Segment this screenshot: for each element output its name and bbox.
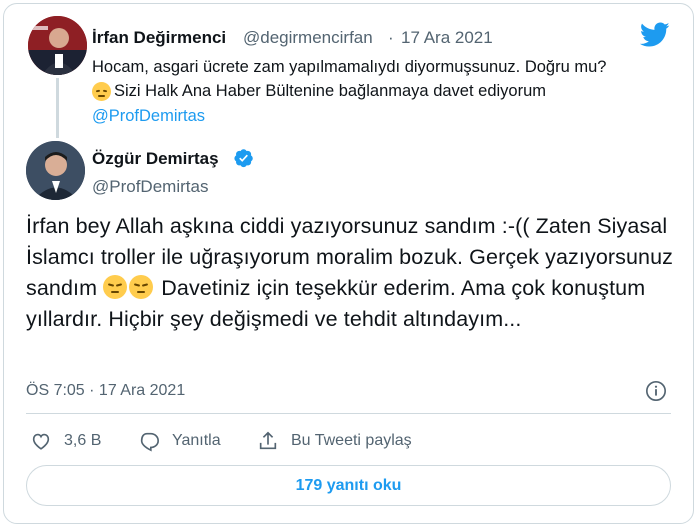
reply-date[interactable]: 17 Ara 2021 [401, 28, 493, 48]
main-tweet-text: İrfan bey Allah aşkına ciddi yazıyorsunu… [26, 211, 676, 335]
reply-author-avatar[interactable] [28, 16, 87, 75]
reply-author-handle[interactable]: @degirmencirfan [243, 28, 373, 48]
reply-text-line1: Hocam, asgari ücrete zam yapılmamalıydı … [92, 58, 607, 76]
share-label: Bu Tweeti paylaş [291, 432, 412, 449]
read-replies-label: 179 yanıtı oku [295, 476, 402, 494]
read-replies-button[interactable]: 179 yanıtı oku [26, 465, 671, 506]
info-icon[interactable] [645, 380, 667, 402]
like-button[interactable]: 3,6 B [30, 430, 101, 452]
pensive-face-emoji [129, 275, 154, 299]
reply-label: Yanıtla [172, 432, 221, 449]
confused-face-emoji [92, 82, 111, 101]
main-author-handle[interactable]: @ProfDemirtas [92, 177, 208, 197]
main-author-avatar[interactable] [26, 141, 85, 200]
share-icon [259, 431, 277, 450]
twitter-bird-icon[interactable] [640, 22, 670, 48]
thread-connector-line [56, 78, 59, 138]
reply-text-line2: Sizi Halk Ana Haber Bültenine bağlanmaya… [114, 82, 546, 100]
divider-top [26, 413, 671, 414]
reply-author-name[interactable]: İrfan Değirmenci [92, 28, 226, 48]
reply-bubble-icon [140, 432, 159, 452]
main-author-name[interactable]: Özgür Demirtaş [92, 149, 219, 169]
reply-separator: · [388, 28, 394, 47]
verified-badge-icon [234, 149, 253, 168]
tweet-timestamp[interactable]: ÖS 7:05 · 17 Ara 2021 [26, 382, 185, 400]
heart-icon [32, 433, 50, 450]
reply-button[interactable]: Yanıtla [138, 430, 221, 452]
pensive-face-emoji [103, 275, 128, 299]
like-count: 3,6 B [64, 432, 102, 449]
reply-mention-link[interactable]: @ProfDemirtas [92, 107, 205, 126]
share-button[interactable]: Bu Tweeti paylaş [257, 430, 412, 452]
